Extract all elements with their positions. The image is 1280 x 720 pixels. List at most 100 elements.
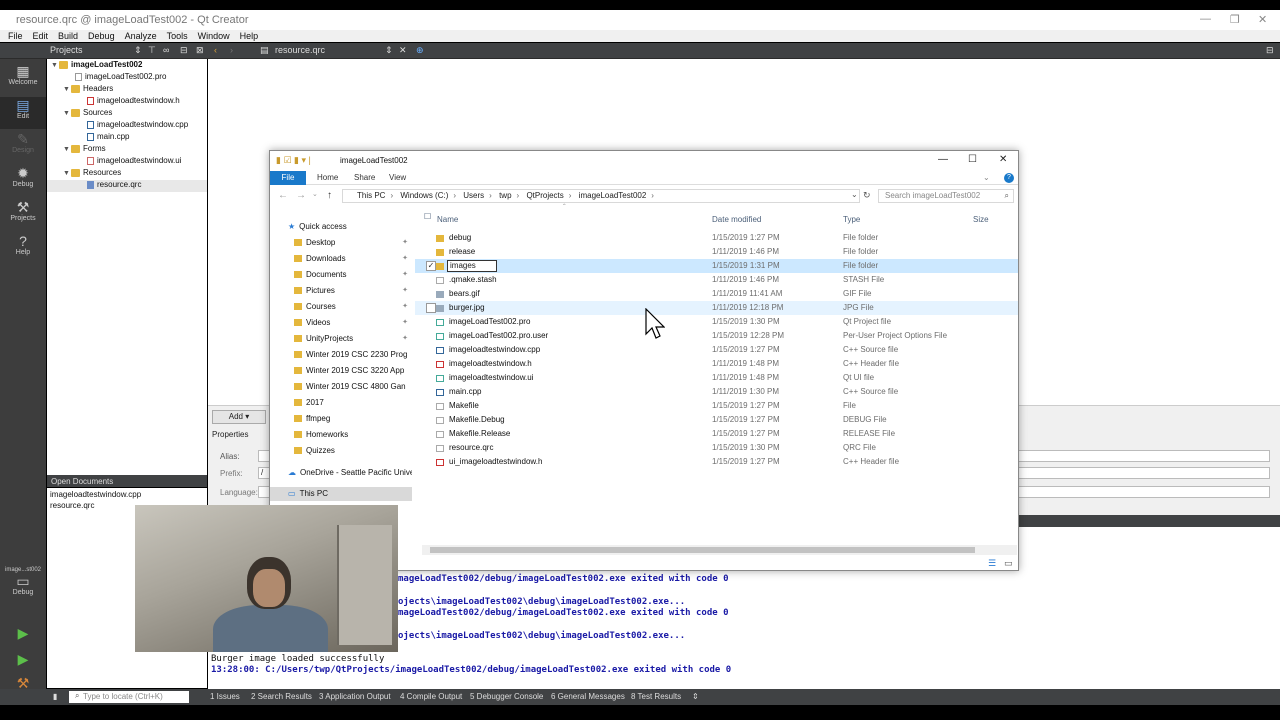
- scrollbar-thumb[interactable]: [430, 547, 975, 553]
- split-editor-icon[interactable]: ⊟: [1266, 45, 1274, 56]
- tab-debugger-console[interactable]: 5 Debugger Console: [470, 692, 543, 701]
- tree-item-headers[interactable]: ▼ Headers: [63, 84, 113, 96]
- crumb-windows-c[interactable]: Windows (C:): [400, 191, 448, 200]
- pin-icon[interactable]: ✦: [402, 284, 408, 298]
- projects-selector[interactable]: Projects: [50, 45, 83, 55]
- mode-welcome[interactable]: ▦ Welcome: [0, 63, 46, 95]
- quick-access-toolbar-icon[interactable]: ▮ ☑ ▮ ▾ |: [276, 155, 311, 166]
- nav-this-pc[interactable]: ▭ This PC: [270, 487, 412, 501]
- nav-item[interactable]: ffmpeg: [270, 412, 412, 426]
- class-icon[interactable]: ⊕: [416, 45, 424, 56]
- split-icon[interactable]: ⊟: [180, 45, 188, 56]
- menu-help[interactable]: Help: [240, 31, 259, 41]
- tab-search-results[interactable]: 2 Search Results: [251, 692, 312, 701]
- nav-item[interactable]: Quizzes: [270, 444, 412, 458]
- tab-issues[interactable]: 1 Issues: [210, 692, 240, 701]
- kit-selector[interactable]: image...st002 ▭ Debug: [0, 567, 46, 599]
- menu-analyze[interactable]: Analyze: [125, 31, 157, 41]
- pin-icon[interactable]: ✦: [402, 332, 408, 346]
- open-file-selector[interactable]: resource.qrc: [275, 45, 325, 55]
- file-row[interactable]: Makefile.Release 1/15/2019 1:27 PM RELEASE…: [415, 427, 1018, 441]
- nav-item[interactable]: Winter 2019 CSC 2230 Prog: [270, 348, 412, 362]
- file-row[interactable]: imageLoadTest002.pro.user 1/15/2019 12:28…: [415, 329, 1018, 343]
- tree-item-source-file[interactable]: imageloadtestwindow.cpp: [87, 120, 188, 132]
- file-row[interactable]: imageloadtestwindow.cpp 1/15/2019 1:27 PM…: [415, 343, 1018, 357]
- nav-item[interactable]: Homeworks: [270, 428, 412, 442]
- column-size[interactable]: Size: [973, 215, 989, 224]
- tree-item-forms[interactable]: ▼ Forms: [63, 144, 106, 156]
- crumb-twp[interactable]: twp: [499, 191, 511, 200]
- expand-arrow-icon[interactable]: ▼: [63, 170, 71, 177]
- close-icon[interactable]: ✕: [999, 154, 1007, 165]
- file-row[interactable]: debug 1/15/2019 1:27 PM File folder: [415, 231, 1018, 245]
- close-pane-icon[interactable]: ⊠: [196, 45, 204, 56]
- file-row[interactable]: ui_imageloadtestwindow.h 1/15/2019 1:27 P…: [415, 455, 1018, 469]
- expand-arrow-icon[interactable]: ▼: [63, 86, 71, 93]
- file-row-hover[interactable]: burger.jpg 1/11/2019 12:18 PM JPG File: [415, 301, 1018, 315]
- crumb-this-pc[interactable]: This PC: [357, 191, 385, 200]
- back-icon[interactable]: ←: [278, 190, 288, 201]
- nav-quick-access[interactable]: ★ Quick access: [270, 220, 412, 234]
- tree-item-project[interactable]: ▼ imageLoadTest002: [51, 60, 142, 72]
- menu-debug[interactable]: Debug: [88, 31, 115, 41]
- menu-build[interactable]: Build: [58, 31, 78, 41]
- expand-arrow-icon[interactable]: ▼: [63, 110, 71, 117]
- ribbon-view-tab[interactable]: View: [389, 173, 406, 182]
- file-row[interactable]: .qmake.stash 1/11/2019 1:46 PM STASH File: [415, 273, 1018, 287]
- search-input[interactable]: Search imageLoadTest002 ⌕: [878, 189, 1014, 203]
- filter-icon[interactable]: ⊤: [148, 45, 156, 56]
- mode-help[interactable]: ? Help: [0, 233, 46, 265]
- maximize-icon[interactable]: ☐: [968, 154, 977, 165]
- pin-icon[interactable]: ✦: [402, 268, 408, 282]
- nav-item[interactable]: Videos ✦: [270, 316, 412, 330]
- maximize-icon[interactable]: ❐: [1230, 13, 1240, 26]
- nav-onedrive[interactable]: ☁ OneDrive - Seattle Pacific Univer: [270, 466, 412, 480]
- nav-item[interactable]: Downloads ✦: [270, 252, 412, 266]
- nav-item[interactable]: Winter 2019 CSC 4800 Gan: [270, 380, 412, 394]
- close-icon[interactable]: ✕: [1258, 13, 1267, 26]
- pin-icon[interactable]: ✦: [402, 252, 408, 266]
- file-row-selected[interactable]: ✓ images 1/15/2019 1:31 PM File folder: [415, 259, 1018, 273]
- expand-arrow-icon[interactable]: ▼: [63, 146, 71, 153]
- tree-item-pro[interactable]: imageLoadTest002.pro: [75, 72, 166, 84]
- updown-icon[interactable]: ⇕: [692, 692, 699, 701]
- details-view-icon[interactable]: ☰: [988, 558, 996, 569]
- locator-input[interactable]: Type to locate (Ctrl+K): [69, 691, 189, 703]
- chevron-down-icon[interactable]: ⇕: [134, 45, 142, 56]
- ribbon-file-tab[interactable]: File: [270, 171, 306, 185]
- nav-item[interactable]: Desktop ✦: [270, 236, 412, 250]
- nav-item[interactable]: Pictures ✦: [270, 284, 412, 298]
- tree-item-qrc[interactable]: resource.qrc: [47, 180, 207, 192]
- mode-debug[interactable]: ✹ Debug: [0, 165, 46, 197]
- column-type[interactable]: Type: [843, 215, 860, 224]
- tree-item-resources[interactable]: ▼ Resources: [63, 168, 121, 180]
- large-icons-view-icon[interactable]: ▭: [1004, 558, 1013, 569]
- up-icon[interactable]: ↑: [327, 190, 332, 201]
- column-name[interactable]: Name: [437, 215, 458, 224]
- minimize-icon[interactable]: —: [1200, 13, 1211, 25]
- menu-edit[interactable]: Edit: [33, 31, 49, 41]
- rename-input[interactable]: images: [447, 260, 497, 272]
- minimize-icon[interactable]: —: [938, 154, 948, 165]
- nav-item[interactable]: Courses ✦: [270, 300, 412, 314]
- file-row[interactable]: Makefile 1/15/2019 1:27 PM File: [415, 399, 1018, 413]
- crumb-imageloadtest002[interactable]: imageLoadTest002: [579, 191, 647, 200]
- crumb-qtprojects[interactable]: QtProjects: [526, 191, 563, 200]
- add-button[interactable]: Add ▾: [212, 410, 266, 424]
- mode-edit[interactable]: ▤ Edit: [0, 97, 46, 129]
- tab-general-messages[interactable]: 6 General Messages: [551, 692, 625, 701]
- address-dropdown-icon[interactable]: ⌄: [851, 190, 858, 199]
- chevron-updown-icon[interactable]: ⇕: [385, 45, 393, 56]
- expand-ribbon-icon[interactable]: ⌄: [983, 173, 990, 182]
- tab-test-results[interactable]: 8 Test Results: [631, 692, 681, 701]
- expand-arrow-icon[interactable]: ▼: [51, 62, 59, 69]
- mode-design[interactable]: ✎ Design: [0, 131, 46, 163]
- back-icon[interactable]: ‹: [214, 45, 217, 55]
- open-document-item[interactable]: imageloadtestwindow.cpp: [50, 490, 141, 499]
- row-checkbox[interactable]: ✓: [426, 261, 436, 271]
- address-bar[interactable]: This PC › Windows (C:) › Users › twp › QtPro…: [342, 189, 860, 203]
- file-row[interactable]: imageloadtestwindow.h 1/11/2019 1:48 PM C+…: [415, 357, 1018, 371]
- help-icon[interactable]: ?: [1004, 173, 1014, 183]
- horizontal-scrollbar[interactable]: [422, 545, 1017, 555]
- file-row[interactable]: release 1/11/2019 1:46 PM File folder: [415, 245, 1018, 259]
